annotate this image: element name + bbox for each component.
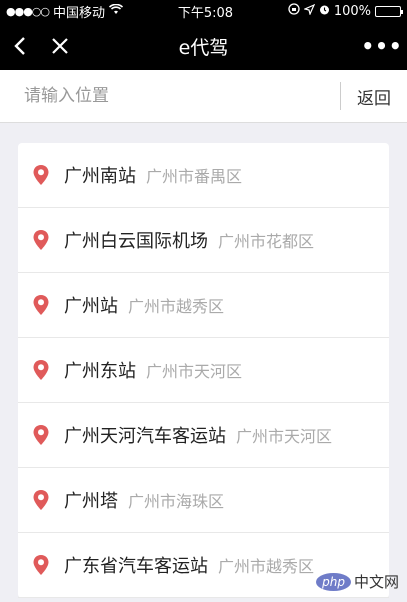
status-right: 100%	[288, 3, 403, 19]
result-item[interactable]: 广州南站 广州市番禺区	[18, 143, 389, 208]
nav-bar: e代驾 •••	[0, 22, 407, 70]
result-item[interactable]: 广州塔 广州市海珠区	[18, 468, 389, 533]
search-bar: 返回	[0, 70, 407, 123]
signal-strength-icon: ●●●○○	[6, 4, 50, 18]
place-district: 广州市越秀区	[128, 297, 225, 316]
location-pin-icon	[33, 230, 49, 250]
watermark-text: 中文网	[353, 573, 399, 591]
watermark: php 中文网	[316, 571, 399, 592]
place-name: 广州塔	[64, 491, 118, 512]
place-name: 广州站	[64, 296, 118, 317]
result-item[interactable]: 广州白云国际机场 广州市花都区	[18, 208, 389, 273]
place-district: 广州市海珠区	[128, 492, 225, 511]
place-district: 广州市越秀区	[218, 557, 315, 576]
carrier-name: 中国移动	[53, 5, 106, 21]
battery-icon	[374, 5, 403, 17]
location-pin-icon	[33, 295, 49, 315]
status-bar: ●●●○○ 中国移动 下午5:08 100%	[0, 0, 407, 22]
return-button[interactable]: 返回	[340, 82, 407, 110]
location-pin-icon	[33, 165, 49, 185]
close-button[interactable]	[40, 22, 80, 70]
location-arrow-icon	[302, 3, 315, 19]
result-item[interactable]: 广州站 广州市越秀区	[18, 273, 389, 338]
back-arrow-button[interactable]	[0, 22, 40, 70]
location-pin-icon	[33, 425, 49, 445]
location-pin-icon	[33, 555, 49, 575]
place-district: 广州市天河区	[236, 427, 333, 446]
place-district: 广州市花都区	[218, 232, 315, 251]
orientation-lock-icon	[288, 3, 300, 19]
location-pin-icon	[33, 490, 49, 510]
status-left: ●●●○○ 中国移动	[6, 2, 124, 21]
result-item[interactable]: 广州东站 广州市天河区	[18, 338, 389, 403]
location-pin-icon	[33, 360, 49, 380]
alarm-icon	[319, 4, 330, 19]
status-time: 下午5:08	[177, 5, 234, 21]
close-icon	[52, 38, 68, 54]
more-menu-button[interactable]: •••	[357, 22, 407, 70]
place-district: 广州市番禺区	[146, 167, 243, 186]
place-name: 广州南站	[64, 166, 136, 187]
battery-percent: 100%	[333, 3, 371, 19]
location-search-input[interactable]	[0, 85, 340, 107]
wifi-icon	[108, 3, 124, 19]
watermark-logo: php	[316, 572, 351, 591]
place-name: 广州白云国际机场	[64, 231, 208, 252]
place-name: 广东省汽车客运站	[64, 556, 208, 577]
chevron-left-icon	[14, 37, 25, 55]
results-list: 广州南站 广州市番禺区 广州白云国际机场 广州市花都区 广州站 广州市越秀区 广州东站 广州市…	[18, 143, 389, 598]
result-item[interactable]: 广州天河汽车客运站 广州市天河区	[18, 403, 389, 468]
place-name: 广州东站	[64, 361, 136, 382]
place-name: 广州天河汽车客运站	[64, 426, 226, 447]
place-district: 广州市天河区	[146, 362, 243, 381]
